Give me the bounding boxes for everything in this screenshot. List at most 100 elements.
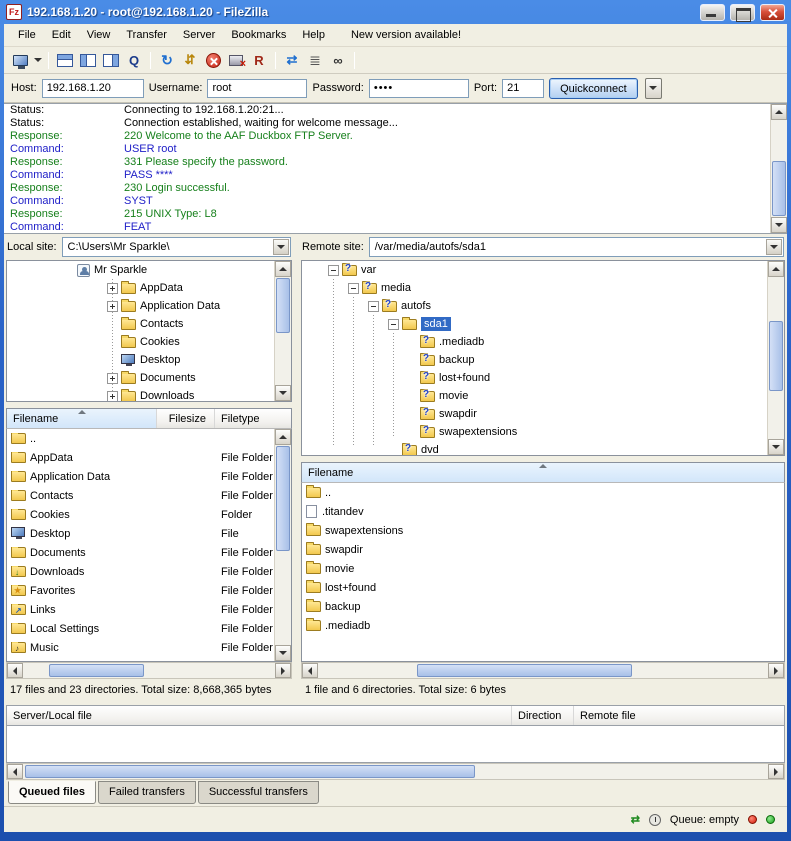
close-button[interactable] bbox=[760, 4, 785, 21]
remote-file-row[interactable]: movie bbox=[302, 559, 784, 578]
tree-item-movie[interactable]: movie bbox=[302, 387, 784, 405]
directory-comparison-button[interactable]: ≣ bbox=[304, 49, 326, 71]
menu-bookmarks[interactable]: Bookmarks bbox=[223, 26, 294, 44]
collapse-icon[interactable] bbox=[368, 301, 379, 312]
local-file-row[interactable]: LinksFile Folder bbox=[7, 600, 291, 619]
scroll-down-button[interactable] bbox=[275, 385, 291, 401]
toggle-log-button[interactable] bbox=[54, 49, 76, 71]
tree-item-lost-found[interactable]: lost+found bbox=[302, 369, 784, 387]
scroll-up-button[interactable] bbox=[275, 261, 291, 277]
collapse-icon[interactable] bbox=[328, 265, 339, 276]
tree-item-autofs[interactable]: autofs bbox=[302, 297, 784, 315]
remote-file-row[interactable]: swapextensions bbox=[302, 521, 784, 540]
remote-file-row[interactable]: lost+found bbox=[302, 578, 784, 597]
tree-item-downloads[interactable]: Downloads bbox=[7, 387, 291, 402]
tree-item-sda1[interactable]: sda1 bbox=[302, 315, 784, 333]
scroll-down-button[interactable] bbox=[768, 439, 784, 455]
username-input[interactable] bbox=[207, 79, 307, 98]
expand-icon[interactable] bbox=[107, 391, 118, 402]
expand-icon[interactable] bbox=[107, 283, 118, 294]
tree-item-mr-sparkle[interactable]: Mr Sparkle bbox=[7, 261, 291, 279]
speed-limit-icon[interactable] bbox=[649, 814, 661, 826]
local-file-row[interactable]: MusicFile Folder bbox=[7, 638, 291, 657]
remote-file-row[interactable]: swapdir bbox=[302, 540, 784, 559]
refresh-button[interactable]: ↻ bbox=[156, 49, 178, 71]
toggle-remote-tree-button[interactable] bbox=[100, 49, 122, 71]
log-scrollbar[interactable] bbox=[770, 104, 787, 233]
local-file-row[interactable]: DesktopFile bbox=[7, 524, 291, 543]
local-file-row[interactable]: DocumentsFile Folder bbox=[7, 543, 291, 562]
tree-item-cookies[interactable]: Cookies bbox=[7, 333, 291, 351]
collapse-icon[interactable] bbox=[348, 283, 359, 294]
tree-item-swapdir[interactable]: swapdir bbox=[302, 405, 784, 423]
menu-server[interactable]: Server bbox=[175, 26, 223, 44]
quickconnect-button[interactable]: Quickconnect bbox=[549, 78, 638, 99]
local-list-scrollbar[interactable] bbox=[274, 429, 291, 661]
column-header-direction[interactable]: Direction bbox=[512, 706, 574, 725]
scroll-left-button[interactable] bbox=[7, 764, 23, 779]
scroll-left-button[interactable] bbox=[7, 663, 23, 678]
toggle-local-tree-button[interactable] bbox=[77, 49, 99, 71]
menu-new-version[interactable]: New version available! bbox=[343, 26, 469, 44]
column-header-filename[interactable]: Filename bbox=[302, 463, 784, 482]
tree-item-mediadb[interactable]: .mediadb bbox=[302, 333, 784, 351]
scrollbar-thumb[interactable] bbox=[276, 446, 290, 551]
toggle-queue-button[interactable]: Q bbox=[123, 49, 145, 71]
local-horizontal-scrollbar[interactable] bbox=[6, 662, 292, 679]
menu-help[interactable]: Help bbox=[294, 26, 333, 44]
scrollbar-thumb[interactable] bbox=[772, 161, 786, 216]
scroll-right-button[interactable] bbox=[768, 663, 784, 678]
port-input[interactable] bbox=[502, 79, 544, 98]
column-header-filetype[interactable]: Filetype bbox=[215, 409, 291, 428]
remote-file-row[interactable]: backup bbox=[302, 597, 784, 616]
local-site-combobox[interactable]: C:\Users\Mr Sparkle\ bbox=[62, 237, 291, 257]
scrollbar-thumb[interactable] bbox=[276, 278, 290, 333]
tab-failed-transfers[interactable]: Failed transfers bbox=[98, 781, 196, 804]
expand-icon[interactable] bbox=[107, 301, 118, 312]
local-file-row[interactable]: FavoritesFile Folder bbox=[7, 581, 291, 600]
local-file-row[interactable]: .. bbox=[7, 429, 291, 448]
find-files-button[interactable]: ∞ bbox=[327, 49, 349, 71]
tree-item-application-data[interactable]: Application Data bbox=[7, 297, 291, 315]
scroll-up-button[interactable] bbox=[768, 261, 784, 277]
scrollbar-thumb[interactable] bbox=[417, 664, 632, 677]
remote-file-row[interactable]: .mediadb bbox=[302, 616, 784, 635]
tree-item-dvd[interactable]: dvd bbox=[302, 441, 784, 456]
local-file-row[interactable]: Local SettingsFile Folder bbox=[7, 619, 291, 638]
scrollbar-thumb[interactable] bbox=[49, 664, 144, 677]
menu-file[interactable]: File bbox=[10, 26, 44, 44]
scrollbar-thumb[interactable] bbox=[769, 321, 783, 391]
cancel-button[interactable] bbox=[202, 49, 224, 71]
scroll-right-button[interactable] bbox=[768, 764, 784, 779]
expand-icon[interactable] bbox=[107, 373, 118, 384]
maximize-button[interactable] bbox=[730, 4, 755, 21]
site-manager-button[interactable] bbox=[9, 49, 31, 71]
remote-file-row[interactable]: .. bbox=[302, 483, 784, 502]
tab-queued-files[interactable]: Queued files bbox=[8, 781, 96, 804]
tree-item-appdata[interactable]: AppData bbox=[7, 279, 291, 297]
local-file-row[interactable]: AppDataFile Folder bbox=[7, 448, 291, 467]
queue-horizontal-scrollbar[interactable] bbox=[6, 763, 785, 780]
site-manager-dropdown[interactable] bbox=[32, 49, 43, 71]
reconnect-button[interactable]: R bbox=[248, 49, 270, 71]
tree-item-documents[interactable]: Documents bbox=[7, 369, 291, 387]
scroll-left-button[interactable] bbox=[302, 663, 318, 678]
synchronized-browsing-button[interactable]: ⇄ bbox=[281, 49, 303, 71]
local-file-row[interactable]: Application DataFile Folder bbox=[7, 467, 291, 486]
menu-transfer[interactable]: Transfer bbox=[118, 26, 175, 44]
scroll-up-button[interactable] bbox=[771, 104, 787, 120]
menu-view[interactable]: View bbox=[79, 26, 119, 44]
quickconnect-dropdown-button[interactable] bbox=[645, 78, 662, 99]
process-queue-button[interactable]: ⇵ bbox=[179, 49, 201, 71]
remote-site-combobox[interactable]: /var/media/autofs/sda1 bbox=[369, 237, 784, 257]
menu-edit[interactable]: Edit bbox=[44, 26, 79, 44]
combo-dropdown-button[interactable] bbox=[273, 239, 289, 255]
combo-dropdown-button[interactable] bbox=[766, 239, 782, 255]
column-header-filename[interactable]: Filename bbox=[7, 409, 157, 428]
remote-horizontal-scrollbar[interactable] bbox=[301, 662, 785, 679]
scroll-up-button[interactable] bbox=[275, 429, 291, 445]
sync-transfer-icon[interactable]: ⇄ bbox=[631, 813, 640, 826]
local-file-row[interactable]: DownloadsFile Folder bbox=[7, 562, 291, 581]
scroll-down-button[interactable] bbox=[771, 217, 787, 233]
tree-item-swapextensions[interactable]: swapextensions bbox=[302, 423, 784, 441]
